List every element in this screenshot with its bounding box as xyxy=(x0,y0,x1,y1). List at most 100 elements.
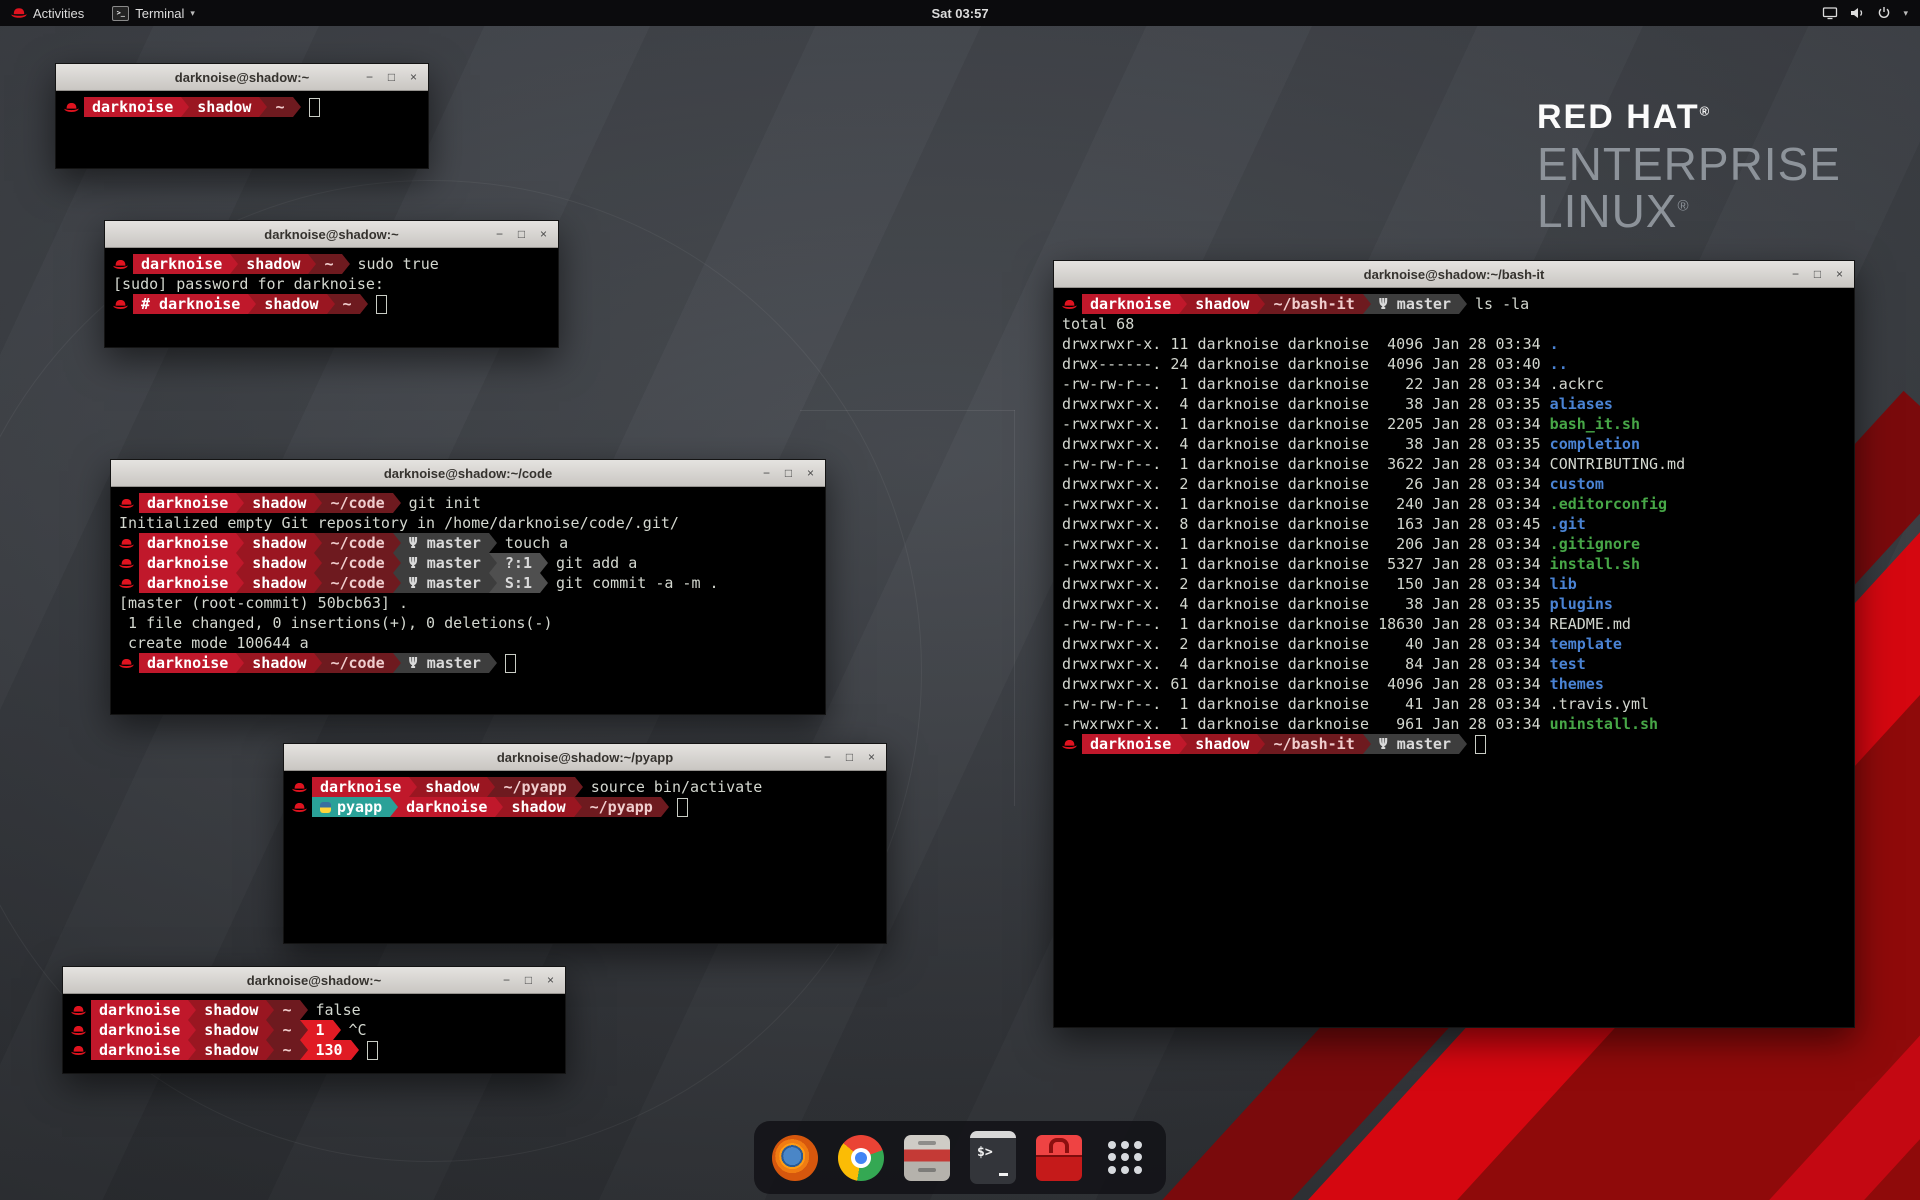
prompt-segment-git: Ψ master xyxy=(1371,294,1459,314)
redhat-logo-icon xyxy=(11,7,27,19)
close-button[interactable]: × xyxy=(544,974,557,986)
terminal-content[interactable]: darknoiseshadow~/pyappsource bin/activat… xyxy=(284,771,886,817)
window-titlebar[interactable]: darknoise@shadow:~−□× xyxy=(56,64,428,91)
terminal-window[interactable]: darknoise@shadow:~−□×darknoiseshadow~ xyxy=(55,63,429,169)
powerline-arrow-icon xyxy=(409,777,417,797)
close-button[interactable]: × xyxy=(1833,268,1846,280)
terminal-window[interactable]: darknoise@shadow:~−□×darknoiseshadow~fal… xyxy=(62,966,566,1074)
segment-text: darknoise xyxy=(1090,734,1171,754)
redhat-prompt-icon xyxy=(113,259,128,270)
maximize-button[interactable]: □ xyxy=(843,751,856,763)
close-button[interactable]: × xyxy=(537,228,550,240)
powerline-arrow-icon xyxy=(1257,294,1265,314)
window-titlebar[interactable]: darknoise@shadow:~/bash-it−□× xyxy=(1054,261,1854,288)
dock-item-toolbox[interactable] xyxy=(1036,1135,1082,1181)
terminal-window[interactable]: darknoise@shadow:~/code−□×darknoiseshado… xyxy=(110,459,826,715)
terminal-line: darknoiseshadow~/bash-itΨ master xyxy=(1062,734,1846,754)
terminal-glyph: $> xyxy=(977,1145,993,1160)
close-button[interactable]: × xyxy=(865,751,878,763)
segment-text: darknoise xyxy=(99,1040,180,1060)
output-text: test xyxy=(1550,654,1586,674)
terminal-line: create mode 100644 a xyxy=(119,633,817,653)
terminal-content[interactable]: darknoiseshadow~/codegit initInitialized… xyxy=(111,487,825,673)
activities-button[interactable]: Activities xyxy=(0,0,95,26)
output-text: [master (root-commit) 50bcb63] . xyxy=(119,593,408,613)
segment-text: shadow xyxy=(246,254,300,274)
close-button[interactable]: × xyxy=(407,71,420,83)
dock-item-chrome[interactable] xyxy=(838,1135,884,1181)
powerline-arrow-icon xyxy=(300,1040,308,1060)
terminal-window[interactable]: darknoise@shadow:~/bash-it−□×darknoisesh… xyxy=(1053,260,1855,1028)
terminal-cursor xyxy=(505,654,516,673)
segment-text: darknoise xyxy=(320,777,401,797)
output-text: -rw-rw-r--. 1 darknoise darknoise 22 Jan… xyxy=(1062,374,1604,394)
maximize-button[interactable]: □ xyxy=(515,228,528,240)
minimize-button[interactable]: − xyxy=(821,751,834,763)
minimize-button[interactable]: − xyxy=(493,228,506,240)
clock[interactable]: Sat 03:57 xyxy=(931,6,988,21)
prompt-segment-venv: pyapp xyxy=(312,797,390,817)
redhat-prompt-icon xyxy=(119,578,134,589)
terminal-line: drwxrwxr-x. 4 darknoise darknoise 84 Jan… xyxy=(1062,654,1846,674)
dock-item-terminal[interactable]: $> xyxy=(970,1131,1016,1184)
terminal-line: drwxrwxr-x. 4 darknoise darknoise 38 Jan… xyxy=(1062,434,1846,454)
powerline-arrow-icon xyxy=(314,493,322,513)
terminal-content[interactable]: darknoiseshadow~sudo true[sudo] password… xyxy=(105,248,558,314)
segment-text: shadow xyxy=(252,533,306,553)
terminal-line: darknoiseshadow~ xyxy=(64,97,420,117)
output-text: -rwxrwxr-x. 1 darknoise darknoise 2205 J… xyxy=(1062,414,1550,434)
prompt-segment-host: shadow xyxy=(417,777,487,797)
powerline-arrow-icon xyxy=(393,533,401,553)
system-status-area[interactable]: ▾ xyxy=(1810,0,1920,26)
minimize-button[interactable]: − xyxy=(760,467,773,479)
grid-dot xyxy=(1121,1141,1129,1149)
prompt-segment-user: darknoise xyxy=(91,1000,188,1020)
maximize-button[interactable]: □ xyxy=(1811,268,1824,280)
terminal-line: darknoiseshadow~/codeΨ mastertouch a xyxy=(119,533,817,553)
powerline-arrow-icon xyxy=(489,573,497,593)
prompt-segment-host: shadow xyxy=(244,533,314,553)
dock-item-firefox[interactable] xyxy=(772,1135,818,1181)
powerline-arrow-icon xyxy=(314,533,322,553)
maximize-button[interactable]: □ xyxy=(522,974,535,986)
maximize-button[interactable]: □ xyxy=(385,71,398,83)
segment-text: darknoise xyxy=(147,533,228,553)
segment-text: ~/pyapp xyxy=(590,797,653,817)
minimize-button[interactable]: − xyxy=(363,71,376,83)
window-titlebar[interactable]: darknoise@shadow:~/pyapp−□× xyxy=(284,744,886,771)
terminal-window[interactable]: darknoise@shadow:~−□×darknoiseshadow~sud… xyxy=(104,220,559,348)
powerline-arrow-icon xyxy=(390,797,398,817)
powerline-arrow-icon xyxy=(266,1000,274,1020)
powerline-arrow-icon xyxy=(487,777,495,797)
powerline-arrow-icon xyxy=(393,653,401,673)
window-titlebar[interactable]: darknoise@shadow:~−□× xyxy=(105,221,558,248)
chevron-down-icon: ▾ xyxy=(1903,8,1908,19)
redhat-prompt-icon xyxy=(1062,739,1077,750)
dock-item-files[interactable] xyxy=(904,1135,950,1181)
close-button[interactable]: × xyxy=(804,467,817,479)
prompt-segment-path: ~/code xyxy=(322,573,392,593)
minimize-button[interactable]: − xyxy=(500,974,513,986)
dock-item-show-applications[interactable] xyxy=(1102,1135,1148,1181)
segment-text: Ψ master xyxy=(409,573,481,593)
terminal-content[interactable]: darknoiseshadow~ xyxy=(56,91,428,117)
chevron-down-icon: ▾ xyxy=(190,8,195,19)
window-titlebar[interactable]: darknoise@shadow:~/code−□× xyxy=(111,460,825,487)
segment-text: shadow xyxy=(511,797,565,817)
terminal-content[interactable]: darknoiseshadow~/bash-itΨ masterls -lato… xyxy=(1054,288,1854,754)
window-titlebar[interactable]: darknoise@shadow:~−□× xyxy=(63,967,565,994)
minimize-button[interactable]: − xyxy=(1789,268,1802,280)
terminal-window[interactable]: darknoise@shadow:~/pyapp−□×darknoiseshad… xyxy=(283,743,887,944)
powerline-arrow-icon xyxy=(393,493,401,513)
app-menu-terminal[interactable]: >_ Terminal ▾ xyxy=(101,0,206,26)
redhat-prompt-icon xyxy=(119,538,134,549)
powerline-arrow-icon xyxy=(248,294,256,314)
output-text: aliases xyxy=(1550,394,1613,414)
powerline-arrow-icon xyxy=(489,553,497,573)
output-text: Initialized empty Git repository in /hom… xyxy=(119,513,679,533)
prompt-segment-host: shadow xyxy=(244,573,314,593)
prompt-segment-git: Ψ master xyxy=(1371,734,1459,754)
maximize-button[interactable]: □ xyxy=(782,467,795,479)
terminal-content[interactable]: darknoiseshadow~falsedarknoiseshadow~1^C… xyxy=(63,994,565,1060)
output-text: .. xyxy=(1550,354,1568,374)
